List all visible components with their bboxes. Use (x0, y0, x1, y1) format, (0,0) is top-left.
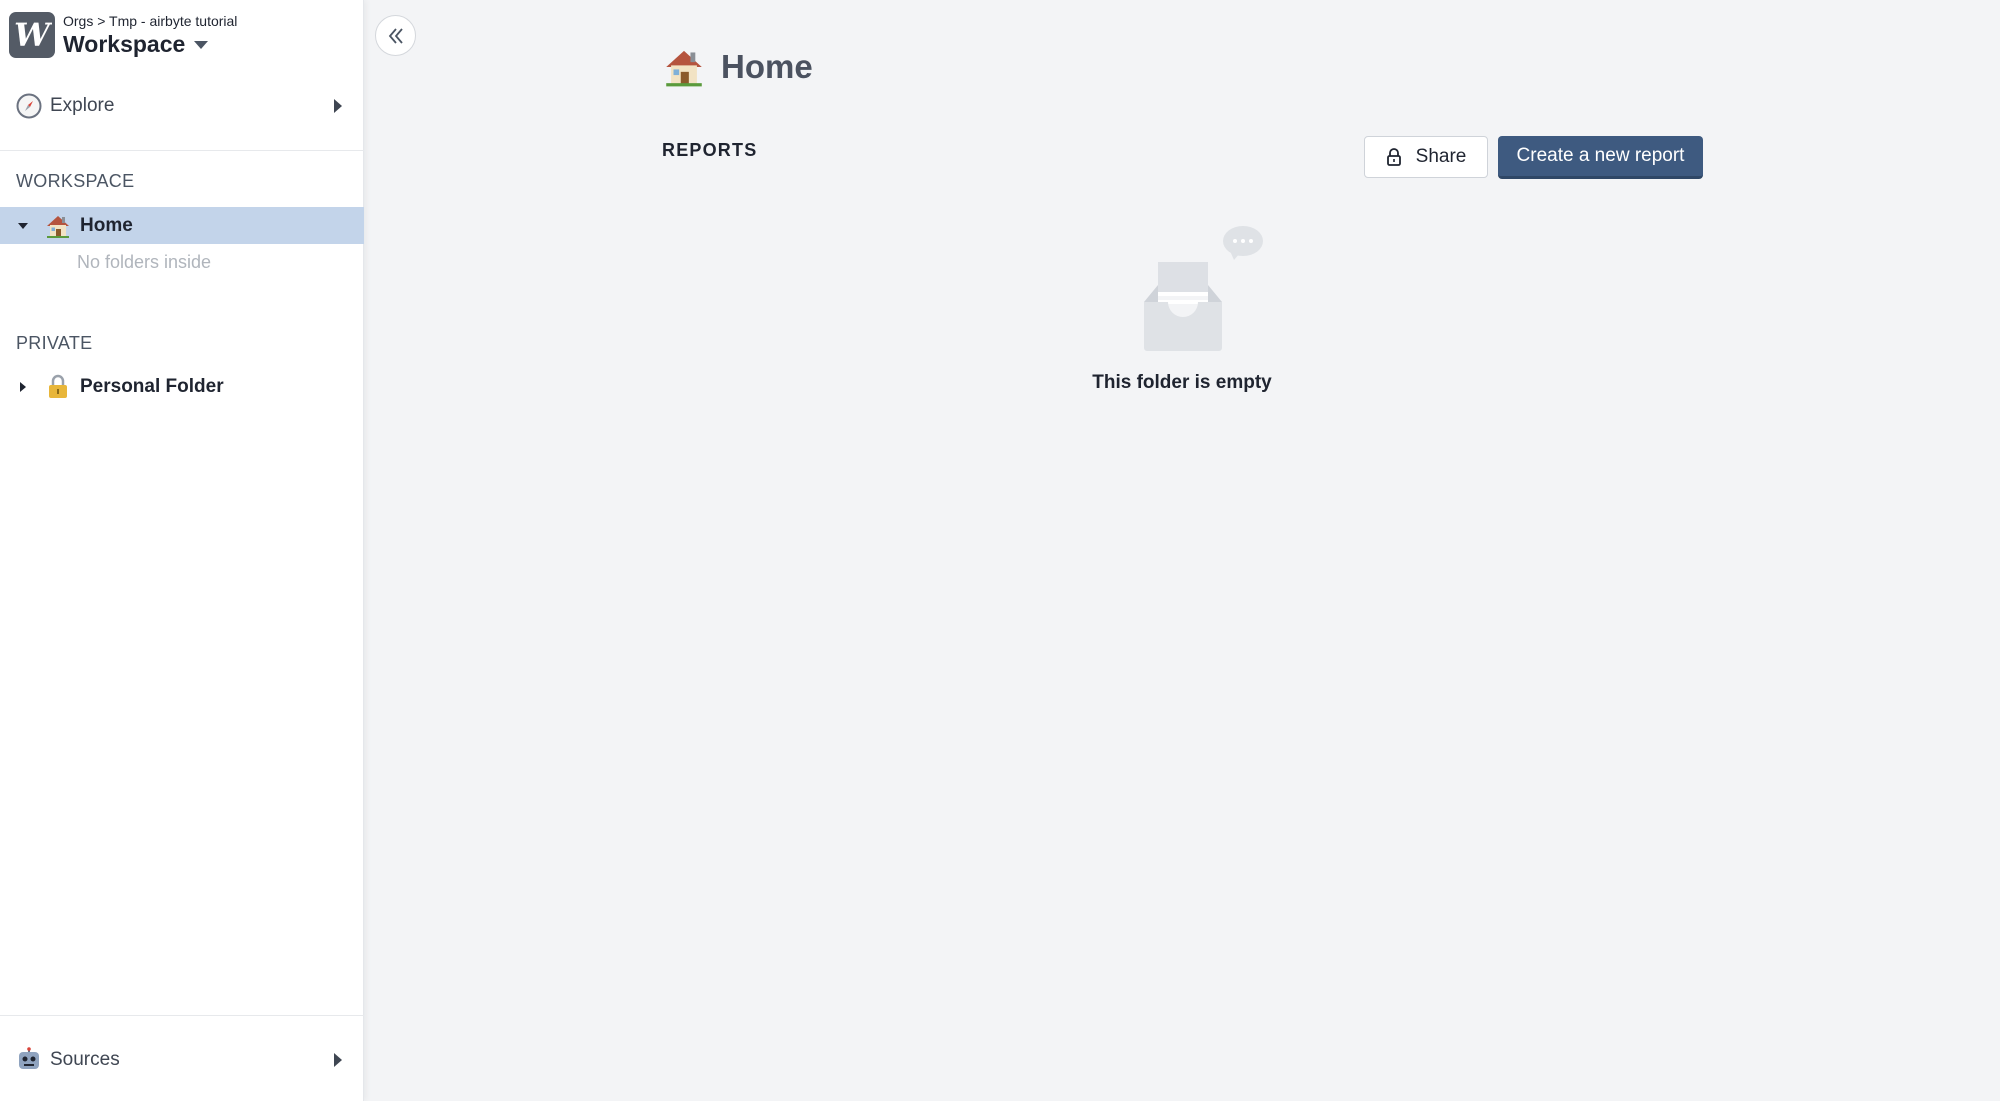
empty-folder-message: This folder is empty (1092, 372, 1272, 393)
svg-text:W: W (14, 16, 52, 54)
caret-down-icon (194, 41, 209, 49)
page-header: Home (663, 46, 813, 88)
page-title: Home (721, 48, 813, 85)
tree-item-home[interactable]: Home (0, 207, 364, 244)
no-folders-note: No folders inside (77, 252, 212, 272)
logo-icon: W (9, 12, 55, 58)
expand-arrow-icon[interactable] (334, 99, 342, 113)
expand-toggle[interactable] (11, 368, 35, 405)
workspace-section-heading: WORKSPACE (16, 171, 135, 191)
house-icon (47, 215, 69, 238)
home-label: Home (80, 214, 133, 236)
sources-label: Sources (50, 1049, 120, 1070)
private-section-heading: PRIVATE (16, 333, 93, 353)
tree-item-personal-folder[interactable]: Personal Folder (0, 368, 364, 405)
reports-heading: REPORTS (662, 140, 758, 160)
workspace-name: Workspace (63, 31, 186, 57)
divider (0, 150, 364, 151)
robot-icon (19, 1047, 39, 1069)
double-chevron-left-icon (388, 27, 403, 44)
expand-arrow-icon[interactable] (334, 1053, 342, 1067)
divider (0, 1015, 364, 1016)
lock-icon (1386, 148, 1401, 166)
workspace-switcher[interactable]: W Orgs > Tmp - airbyte tutorial Workspac… (9, 12, 237, 58)
house-icon (666, 50, 702, 87)
collapse-toggle[interactable] (11, 207, 35, 244)
collapse-sidebar-button[interactable] (375, 15, 416, 56)
share-label: Share (1415, 146, 1467, 167)
caret-right-icon (20, 381, 26, 392)
empty-inbox-icon (1144, 226, 1263, 351)
explore-label: Explore (50, 95, 115, 116)
compass-icon (16, 93, 42, 119)
workspace-breadcrumb: Orgs > Tmp - airbyte tutorial (63, 13, 238, 29)
personal-folder-label: Personal Folder (80, 375, 224, 397)
sidebar-item-sources[interactable]: Sources (0, 1040, 364, 1080)
sidebar-item-explore[interactable]: Explore (0, 86, 364, 126)
share-button[interactable]: Share (1364, 136, 1488, 178)
create-report-button[interactable]: Create a new report (1498, 136, 1703, 179)
create-report-label: Create a new report (1516, 145, 1685, 166)
lock-icon (49, 374, 67, 398)
caret-down-icon (18, 222, 28, 229)
sidebar: W Orgs > Tmp - airbyte tutorial Workspac… (0, 0, 364, 1101)
